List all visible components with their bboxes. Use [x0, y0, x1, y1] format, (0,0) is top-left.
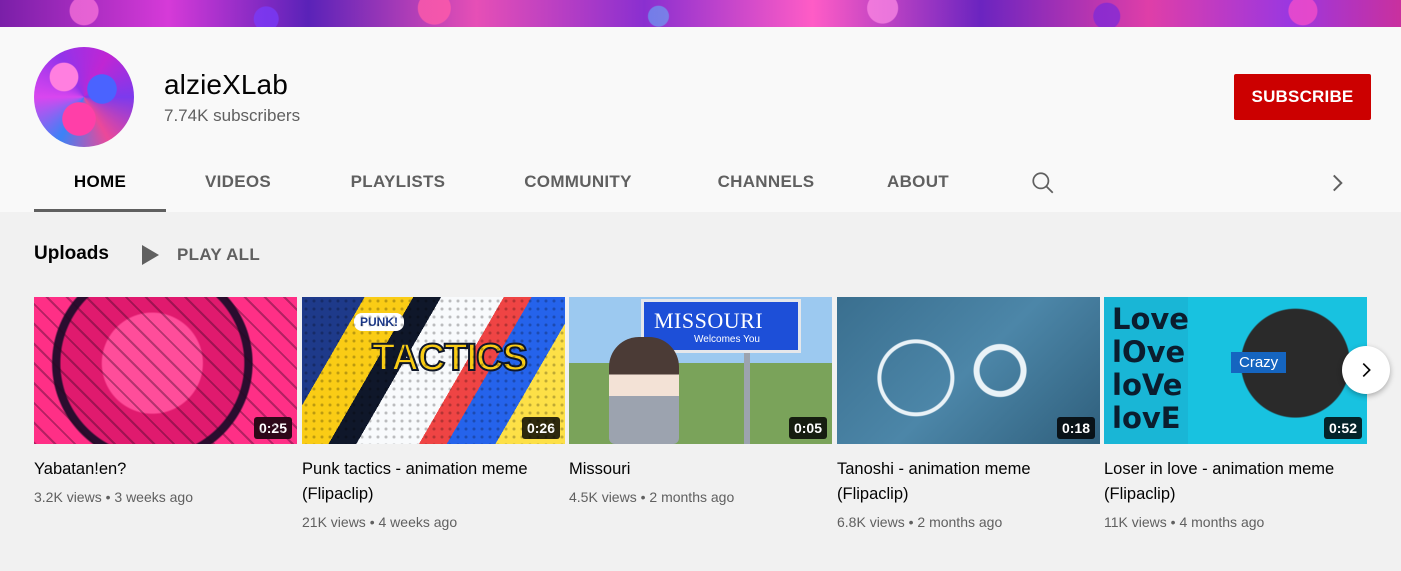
thumbnail-text: lOve	[1112, 335, 1186, 369]
video-card[interactable]: MISSOURI Welcomes You 0:05 Missouri 4.5K…	[569, 297, 832, 505]
sign-post	[744, 353, 750, 444]
play-all-label: PLAY ALL	[177, 245, 261, 264]
video-meta: 4.5K views • 2 months ago	[569, 489, 735, 505]
thumbnail-text: lovE	[1112, 401, 1181, 435]
video-title[interactable]: Yabatan!en?	[34, 457, 284, 482]
thumbnail-text: MISSOURI	[654, 308, 764, 333]
video-duration: 0:26	[521, 417, 560, 439]
subscriber-count: 7.74K subscribers	[164, 106, 301, 125]
video-duration: 0:18	[1056, 417, 1095, 439]
video-duration: 0:25	[253, 417, 292, 439]
thumbnail-text: loVe	[1112, 368, 1183, 402]
channel-avatar[interactable]	[34, 47, 134, 147]
video-views: 21K views	[302, 514, 366, 530]
channel-header: alzieXLab 7.74K subscribers SUBSCRIBE HO…	[0, 27, 1401, 212]
subscribe-button[interactable]: SUBSCRIBE	[1234, 74, 1371, 120]
video-thumbnail[interactable]: 0:18	[837, 297, 1100, 444]
tab-channels[interactable]: CHANNELS	[698, 160, 834, 212]
video-card[interactable]: 0:25 Yabatan!en? 3.2K views • 3 weeks ag…	[34, 297, 297, 505]
video-meta: 21K views • 4 weeks ago	[302, 514, 458, 530]
video-age: 4 weeks ago	[378, 514, 458, 530]
chevron-right-icon[interactable]	[1324, 170, 1350, 196]
video-thumbnail[interactable]: Love lOve loVe lovE Crazy 0:52	[1104, 297, 1367, 444]
play-icon	[142, 245, 159, 265]
thumbnail-lyrics: Love lOve loVe lovE	[1112, 303, 1189, 435]
video-title[interactable]: Missouri	[569, 457, 819, 482]
video-age: 2 months ago	[917, 514, 1003, 530]
tab-playlists[interactable]: PLAYLISTS	[334, 160, 462, 212]
tab-community[interactable]: COMMUNITY	[508, 160, 648, 212]
video-meta: 6.8K views • 2 months ago	[837, 514, 1003, 530]
video-duration: 0:05	[788, 417, 827, 439]
video-card[interactable]: 0:18 Tanoshi - animation meme (Flipaclip…	[837, 297, 1100, 530]
tab-videos[interactable]: VIDEOS	[180, 160, 296, 212]
thumbnail-text: PUNK!	[354, 313, 404, 331]
video-meta: 11K views • 4 months ago	[1104, 514, 1265, 530]
video-thumbnail[interactable]: PUNK! TACTICS 0:26	[302, 297, 565, 444]
video-views: 4.5K views	[569, 489, 637, 505]
video-views: 11K views	[1104, 514, 1167, 530]
character-figure	[609, 337, 679, 444]
video-card[interactable]: Love lOve loVe lovE Crazy 0:52 Loser in …	[1104, 297, 1367, 530]
thumbnail-text: Love	[1112, 302, 1189, 336]
play-all-button[interactable]: PLAY ALL	[140, 243, 260, 267]
chevron-right-icon	[1362, 362, 1371, 378]
video-thumbnail[interactable]: 0:25	[34, 297, 297, 444]
video-card[interactable]: PUNK! TACTICS 0:26 Punk tactics - animat…	[302, 297, 565, 530]
home-content: Uploads PLAY ALL 0:25 Yabatan!en? 3.2K v…	[0, 212, 1401, 571]
thumbnail-text: Welcomes You	[694, 334, 760, 345]
uploads-shelf-title[interactable]: Uploads	[34, 243, 109, 265]
tab-home[interactable]: HOME	[34, 160, 166, 212]
video-title[interactable]: Punk tactics - animation meme (Flipaclip…	[302, 457, 552, 507]
video-age: 3 weeks ago	[114, 489, 193, 505]
thumbnail-badge: Crazy	[1231, 352, 1287, 373]
video-duration: 0:52	[1323, 417, 1362, 439]
channel-name: alzieXLab	[164, 69, 288, 100]
video-title[interactable]: Tanoshi - animation meme (Flipaclip)	[837, 457, 1087, 507]
video-title[interactable]: Loser in love - animation meme (Flipacli…	[1104, 457, 1354, 507]
video-thumbnail[interactable]: MISSOURI Welcomes You 0:05	[569, 297, 832, 444]
video-age: 4 months ago	[1179, 514, 1265, 530]
video-age: 2 months ago	[649, 489, 735, 505]
channel-banner	[0, 0, 1401, 27]
tab-about[interactable]: ABOUT	[872, 160, 964, 212]
carousel-next-button[interactable]	[1342, 346, 1390, 394]
video-views: 6.8K views	[837, 514, 905, 530]
thumbnail-text: TACTICS	[371, 336, 529, 380]
search-icon[interactable]	[1030, 170, 1056, 196]
video-meta: 3.2K views • 3 weeks ago	[34, 489, 193, 505]
channel-tabs: HOME VIDEOS PLAYLISTS COMMUNITY CHANNELS…	[34, 160, 1374, 212]
video-views: 3.2K views	[34, 489, 102, 505]
